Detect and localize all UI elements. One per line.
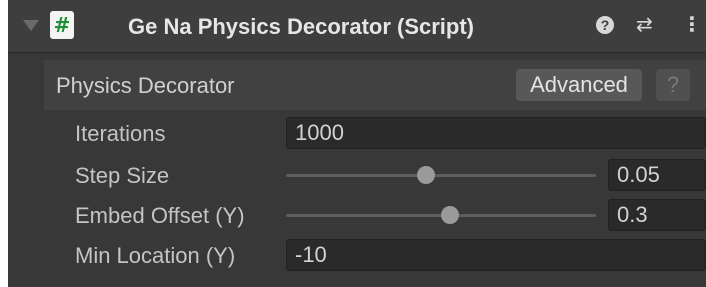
foldout-arrow-icon[interactable] (23, 20, 39, 31)
advanced-button[interactable]: Advanced (516, 69, 642, 101)
menu-icon[interactable]: ⋮ (682, 12, 702, 36)
section-help-button[interactable]: ? (656, 69, 690, 101)
min-location-label: Min Location (Y) (75, 243, 236, 268)
embed-offset-row: Embed Offset (Y) 0.3 (8, 196, 706, 234)
section-title: Physics Decorator (56, 73, 235, 98)
script-icon: # (50, 11, 74, 39)
iterations-label: Iterations (75, 121, 166, 146)
iterations-field[interactable]: 1000 (286, 117, 706, 149)
embed-offset-slider-thumb[interactable] (441, 206, 460, 224)
presets-icon[interactable]: ⇄ (636, 12, 653, 36)
physics-decorator-section: Physics Decorator Advanced ? (44, 60, 706, 110)
component-header[interactable]: # Ge Na Physics Decorator (Script) ? ⇄ ⋮ (8, 0, 706, 53)
embed-offset-label: Embed Offset (Y) (75, 203, 245, 228)
step-size-field[interactable]: 0.05 (608, 159, 706, 191)
step-size-label: Step Size (75, 163, 170, 188)
iterations-row: Iterations 1000 (8, 114, 706, 152)
help-icon[interactable]: ? (596, 16, 614, 34)
component-title: Ge Na Physics Decorator (Script) (128, 14, 475, 39)
embed-offset-field[interactable]: 0.3 (608, 199, 706, 231)
step-size-slider-track[interactable] (286, 174, 596, 177)
inspector-component-panel: # Ge Na Physics Decorator (Script) ? ⇄ ⋮… (8, 0, 706, 287)
step-size-slider-thumb[interactable] (416, 166, 435, 184)
step-size-row: Step Size 0.05 (8, 156, 706, 194)
min-location-field[interactable]: -10 (286, 239, 706, 271)
min-location-row: Min Location (Y) -10 (8, 236, 706, 274)
